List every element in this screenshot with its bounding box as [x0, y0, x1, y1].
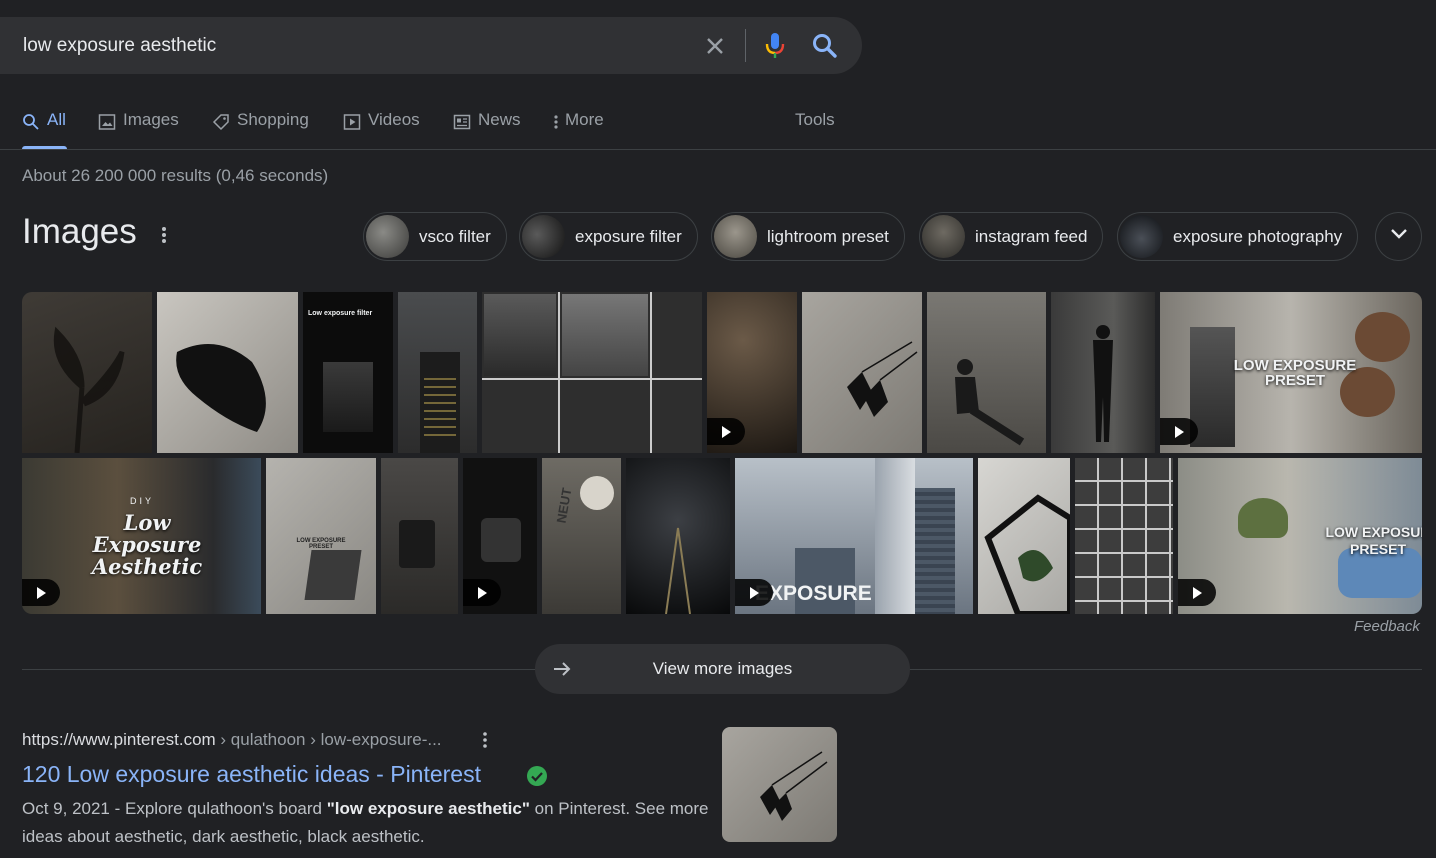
chip-thumbnail: [1120, 215, 1163, 258]
search-icon[interactable]: [810, 31, 840, 61]
result-breadcrumb: › qulathoon › low-exposure-...: [215, 730, 442, 749]
image-grid: Low exposure filter LOW EXPOSURE PRESET …: [22, 292, 1422, 614]
arrow-right-icon: [551, 658, 573, 680]
result-site: https://www.pinterest.com: [22, 730, 216, 749]
feedback-link[interactable]: Feedback: [1354, 618, 1420, 635]
image-result[interactable]: [802, 292, 922, 453]
video-play-badge: [707, 418, 745, 445]
chip-exposure-filter[interactable]: exposure filter: [519, 212, 698, 261]
tab-videos[interactable]: Videos: [343, 110, 420, 150]
chip-thumbnail: [522, 215, 565, 258]
image-result[interactable]: [1051, 292, 1155, 453]
tab-news[interactable]: News: [453, 110, 521, 150]
tile-caption: Low Exposure Aesthetic: [91, 510, 203, 579]
search-divider: [745, 29, 746, 62]
tools-button[interactable]: Tools: [795, 110, 835, 150]
video-play-badge: [1160, 418, 1198, 445]
tab-all[interactable]: All: [22, 110, 66, 150]
play-icon: [343, 110, 361, 136]
chip-thumbnail: [366, 215, 409, 258]
tile-caption: DIY: [129, 496, 154, 506]
result-url[interactable]: https://www.pinterest.com › qulathoon › …: [22, 730, 442, 750]
image-result[interactable]: LOW EXPOSURE PRESET: [1160, 292, 1422, 453]
image-result[interactable]: [978, 458, 1070, 614]
vertical-dots-icon: [553, 110, 559, 136]
image-result[interactable]: [381, 458, 458, 614]
image-result[interactable]: [22, 292, 152, 453]
video-play-badge: [1178, 579, 1216, 606]
result-title-link[interactable]: 120 Low exposure aesthetic ideas - Pinte…: [22, 761, 481, 788]
newspaper-icon: [453, 110, 471, 136]
tile-caption: LOW EXPOSUR PRESET: [1325, 524, 1422, 557]
microphone-icon[interactable]: [762, 31, 788, 61]
image-result[interactable]: [1075, 458, 1173, 614]
image-result[interactable]: Low exposure filter: [303, 292, 393, 453]
video-play-badge: [22, 579, 60, 606]
video-play-badge: [735, 579, 773, 606]
image-result[interactable]: LOW EXPOSURE PRESET: [266, 458, 376, 614]
image-icon: [98, 110, 116, 136]
images-section-title: Images: [22, 212, 137, 251]
tab-label: Videos: [368, 110, 420, 129]
tab-label: News: [478, 110, 521, 129]
chip-label: vsco filter: [419, 226, 491, 246]
view-more-images-button[interactable]: View more images: [535, 644, 910, 694]
tab-more[interactable]: More: [553, 110, 604, 150]
search-input[interactable]: low exposure aesthetic: [23, 17, 216, 74]
chevron-down-icon: [1389, 227, 1409, 246]
tab-label: All: [47, 110, 66, 129]
tile-caption: NEUT: [553, 486, 575, 525]
chip-exposure-photography[interactable]: exposure photography: [1117, 212, 1359, 261]
image-result[interactable]: [927, 292, 1046, 453]
search-icon: [22, 110, 40, 136]
image-result[interactable]: DIY Low Exposure Aesthetic: [22, 458, 261, 614]
chip-lightroom-preset[interactable]: lightroom preset: [711, 212, 905, 261]
expand-chips-button[interactable]: [1375, 212, 1422, 261]
search-bar[interactable]: low exposure aesthetic: [0, 17, 862, 74]
verified-check-icon: [526, 765, 548, 787]
image-result[interactable]: NEUT: [542, 458, 621, 614]
chip-instagram-feed[interactable]: instagram feed: [919, 212, 1104, 261]
chip-thumbnail: [714, 215, 757, 258]
chip-thumbnail: [922, 215, 965, 258]
snippet-highlight: "low exposure aesthetic": [326, 799, 530, 818]
tabs-divider: [0, 149, 1436, 150]
chip-label: lightroom preset: [767, 226, 889, 246]
image-result[interactable]: [398, 292, 477, 453]
tile-caption: Low exposure filter: [308, 310, 373, 317]
tile-caption: EXPOSURE: [755, 582, 872, 605]
image-result[interactable]: LOW EXPOSUR PRESET: [1178, 458, 1422, 614]
image-result[interactable]: EXPOSURE: [735, 458, 973, 614]
tools-label: Tools: [795, 110, 835, 129]
result-snippet: Oct 9, 2021 - Explore qulathoon's board …: [22, 795, 712, 851]
more-options-icon[interactable]: [156, 222, 172, 248]
view-more-label: View more images: [652, 659, 793, 678]
result-thumbnail[interactable]: [722, 727, 837, 842]
tab-label: Images: [123, 110, 179, 129]
tab-label: More: [565, 110, 604, 129]
image-result[interactable]: [463, 458, 537, 614]
tab-images[interactable]: Images: [98, 110, 179, 150]
chip-label: instagram feed: [975, 226, 1088, 246]
tab-label: Shopping: [237, 110, 309, 129]
chip-vsco-filter[interactable]: vsco filter: [363, 212, 507, 261]
tile-caption: LOW EXPOSURE PRESET: [1233, 357, 1357, 389]
snippet-text: Oct 9, 2021 - Explore qulathoon's board: [22, 799, 327, 818]
video-play-badge: [463, 579, 501, 606]
chip-label: exposure filter: [575, 226, 682, 246]
more-options-icon[interactable]: [478, 730, 492, 750]
close-icon[interactable]: [702, 33, 728, 59]
chip-label: exposure photography: [1173, 226, 1343, 246]
tag-icon: [212, 110, 230, 136]
tile-caption: LOW EXPOSURE PRESET: [296, 538, 346, 550]
image-result[interactable]: [626, 458, 730, 614]
result-stats: About 26 200 000 results (0,46 seconds): [22, 166, 329, 185]
image-result[interactable]: [157, 292, 298, 453]
image-result[interactable]: [707, 292, 797, 453]
image-result[interactable]: [482, 292, 702, 453]
tab-shopping[interactable]: Shopping: [212, 110, 309, 150]
